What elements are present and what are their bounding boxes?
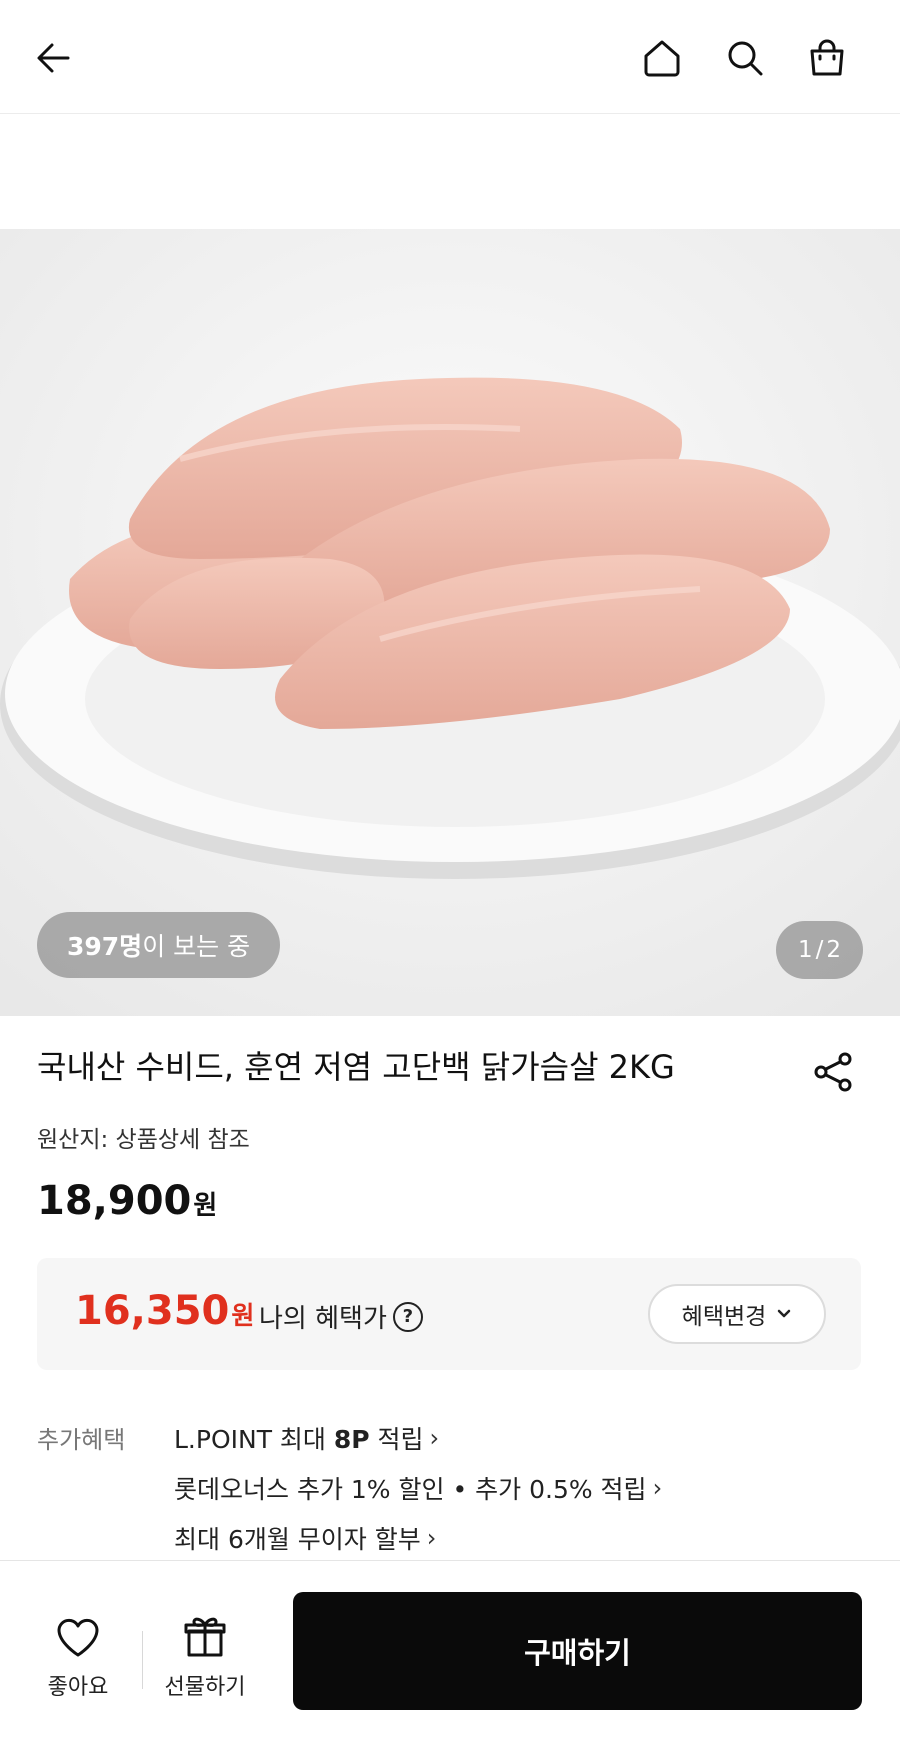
shopping-bag-icon (810, 39, 844, 76)
cart-button[interactable] (799, 30, 855, 86)
pager-total: 2 (826, 937, 842, 963)
price-value: 18,900 (37, 1178, 192, 1224)
installment-text: 최대 6개월 무이자 할부 (174, 1525, 421, 1554)
chevron-down-icon (778, 1309, 791, 1318)
benefit-label: 나의 혜택가 ? (259, 1298, 423, 1335)
like-label: 좋아요 (47, 1675, 109, 1700)
product-image-gallery[interactable]: 397명 이 보는 중 1 / 2 (0, 114, 900, 1016)
lpoint-bold: 8P (333, 1425, 370, 1454)
search-button[interactable] (717, 30, 773, 86)
chevron-right-icon: › (426, 1524, 437, 1552)
chevron-right-icon: › (652, 1474, 663, 1502)
gift-label: 선물하기 (164, 1675, 246, 1700)
home-button[interactable] (634, 30, 690, 86)
benefit-change-label: 혜택변경 (681, 1304, 767, 1330)
extra-benefits-label: 추가혜택 (37, 1426, 126, 1454)
lpoint-pre: L.POINT 최대 (174, 1425, 334, 1454)
extra-benefit-lpoint[interactable]: L.POINT 최대 8P 적립 › (174, 1420, 439, 1456)
top-app-bar (0, 0, 900, 114)
price-unit: 원 (193, 1191, 218, 1221)
product-price: 18,900원 (37, 1178, 217, 1224)
bottom-action-bar: 좋아요 선물하기 구매하기 (0, 1560, 900, 1738)
like-button[interactable]: 좋아요 (23, 1613, 133, 1701)
share-button[interactable] (810, 1048, 858, 1096)
search-icon (728, 41, 763, 76)
image-pager: 1 / 2 (776, 921, 863, 979)
back-arrow-icon (37, 43, 70, 73)
benefit-change-button[interactable]: 혜택변경 (648, 1284, 826, 1344)
product-title: 국내산 수비드, 훈연 저염 고단백 닭가슴살 2KG (37, 1048, 675, 1086)
benefit-price-value: 16,350 (75, 1288, 230, 1334)
benefit-label-text: 나의 혜택가 (259, 1304, 387, 1334)
benefit-price-unit: 원 (231, 1301, 255, 1330)
help-icon[interactable]: ? (392, 1301, 423, 1332)
chicken-breast-photo (0, 229, 900, 1016)
divider (142, 1631, 143, 1689)
heart-icon (57, 1618, 99, 1657)
chevron-right-icon: › (429, 1424, 440, 1452)
back-button[interactable] (26, 30, 82, 86)
product-origin: 원산지: 상품상세 참조 (37, 1127, 250, 1153)
gift-icon (184, 1617, 226, 1657)
benefit-price-box: 16,350원 나의 혜택가 ? 혜택변경 (37, 1258, 861, 1370)
benefit-price: 16,350원 (75, 1288, 254, 1334)
viewers-suffix: 이 보는 중 (142, 932, 251, 961)
extra-benefit-installment[interactable]: 최대 6개월 무이자 할부 › (174, 1520, 436, 1556)
viewers-badge: 397명 이 보는 중 (37, 912, 281, 978)
product-photo (0, 229, 900, 1016)
extra-benefit-owners[interactable]: 롯데오너스 추가 1% 할인 • 추가 0.5% 적립 › (174, 1470, 662, 1506)
pager-separator: / (815, 937, 824, 963)
lpoint-post: 적립 (369, 1425, 424, 1454)
pager-current: 1 (797, 937, 813, 963)
viewers-count: 397명 (67, 932, 143, 961)
buy-button[interactable]: 구매하기 (293, 1592, 862, 1710)
owners-text: 롯데오너스 추가 1% 할인 • 추가 0.5% 적립 (174, 1475, 647, 1504)
share-icon (814, 1052, 852, 1092)
home-icon (644, 40, 680, 77)
gift-button[interactable]: 선물하기 (150, 1613, 260, 1701)
